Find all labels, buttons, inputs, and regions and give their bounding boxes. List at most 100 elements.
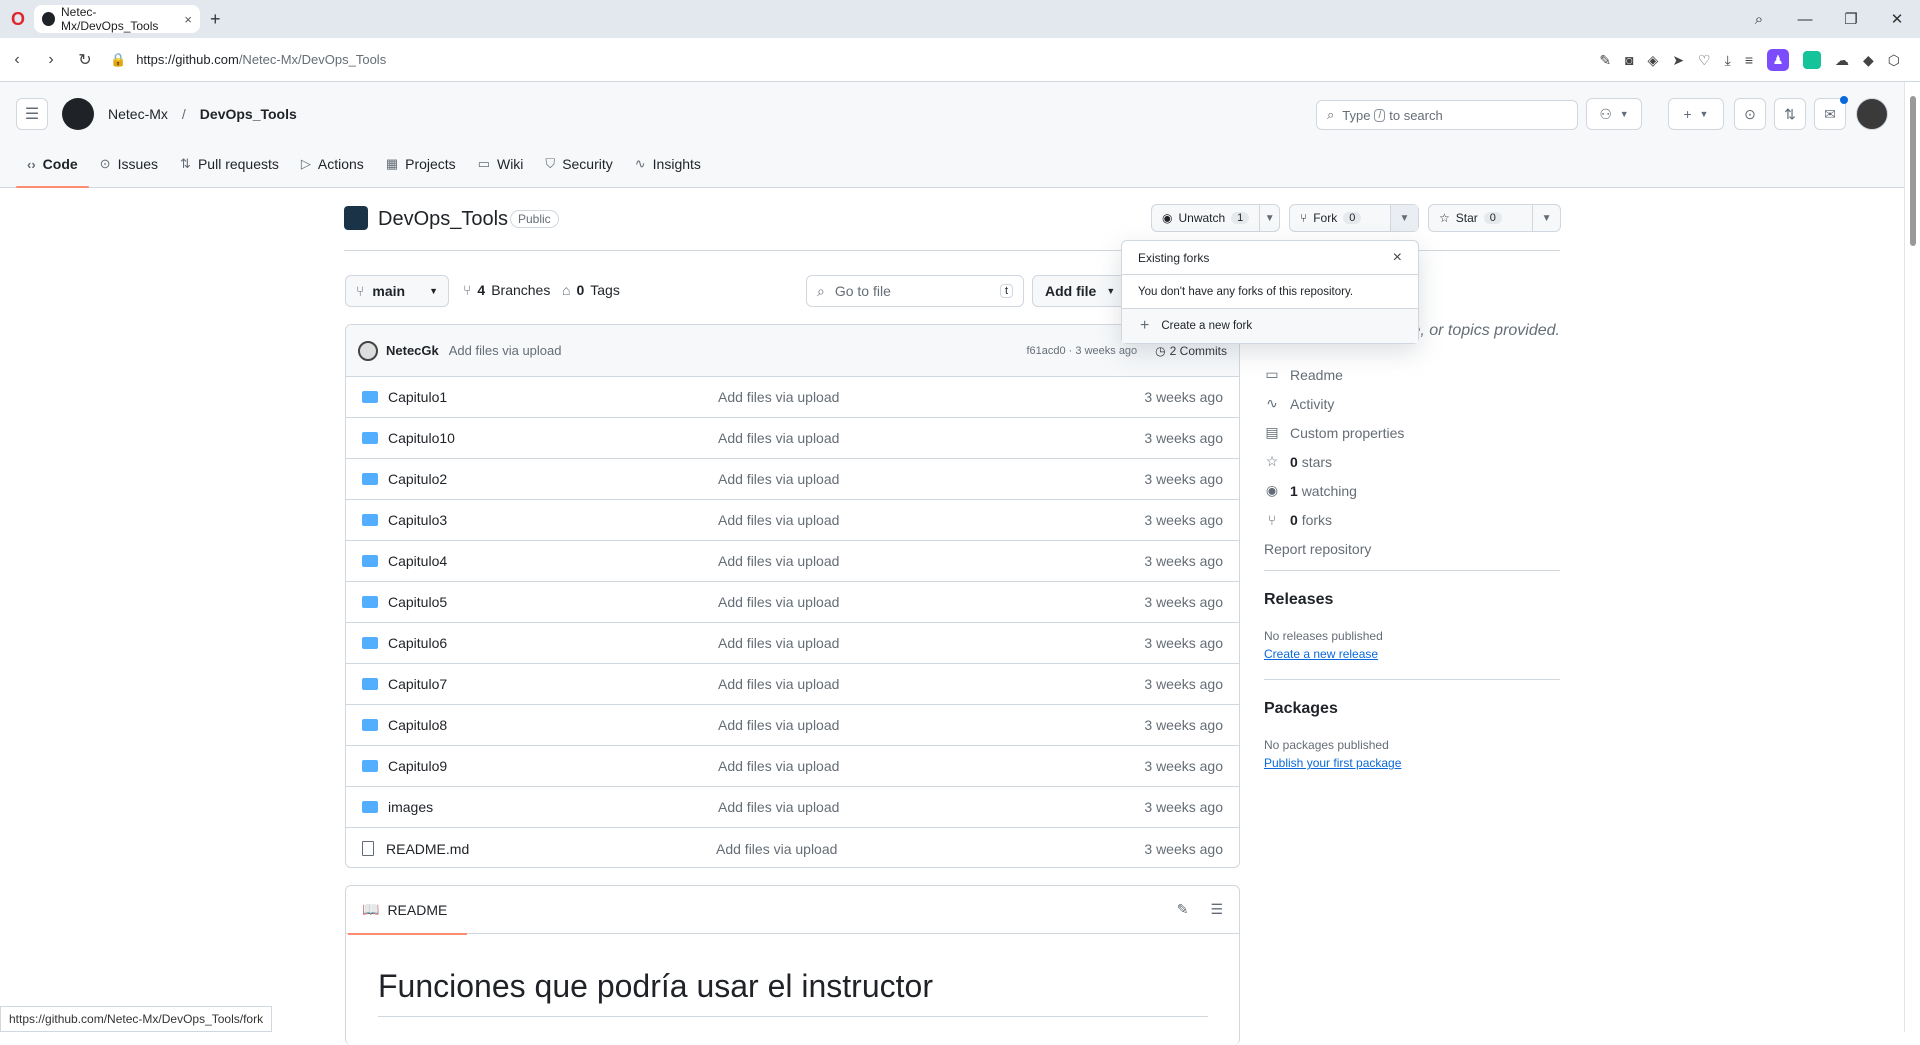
commit-author-avatar[interactable] [358,340,378,361]
unwatch-button[interactable]: ◉ Unwatch 1 ▼ [1151,204,1280,232]
search-tabs-icon[interactable]: ⌕ [1736,11,1782,28]
packages-heading[interactable]: Packages [1264,700,1338,718]
readme-link[interactable]: ▭ Readme [1264,360,1404,389]
commit-author[interactable]: NetecGk [386,343,439,358]
file-commit-message[interactable]: Add files via upload [718,471,1144,487]
file-commit-message[interactable]: Add files via upload [718,676,1144,692]
file-name-link[interactable]: Capitulo9 [388,758,718,774]
file-commit-message[interactable]: Add files via upload [718,758,1144,774]
file-name-link[interactable]: Capitulo2 [388,471,718,487]
commit-sha-age[interactable]: f61acd0 · 3 weeks ago [1026,345,1137,357]
file-commit-message[interactable]: Add files via upload [718,430,1144,446]
commit-message[interactable]: Add files via upload [449,343,562,358]
reload-icon[interactable]: ↻ [68,50,102,70]
back-icon[interactable]: ‹ [0,51,34,69]
chevron-down-icon[interactable]: ▼ [1259,205,1279,231]
releases-heading[interactable]: Releases [1264,591,1333,609]
cloud-icon[interactable]: ☁ [1835,52,1849,69]
close-window-icon[interactable]: ✕ [1874,10,1920,28]
chevron-down-icon[interactable]: ▼ [1390,205,1418,231]
edit-icon[interactable]: ✎ [1599,52,1611,69]
heart-icon[interactable]: ♡ [1698,52,1711,69]
profile-icon[interactable]: ♟ [1766,49,1789,71]
stars-link[interactable]: ☆ 0 stars [1264,447,1404,476]
file-name-link[interactable]: Capitulo10 [388,430,718,446]
file-commit-message[interactable]: Add files via upload [718,512,1144,528]
search-input[interactable]: ⌕ Type / to search [1316,100,1578,130]
file-name-link[interactable]: Capitulo4 [388,553,718,569]
download-icon[interactable]: ⤓ [1725,52,1731,69]
create-fork-button[interactable]: + Create a new fork [1122,309,1418,343]
branch-selector[interactable]: ⑂ main ▼ [345,275,449,307]
file-commit-message[interactable]: Add files via upload [718,553,1144,569]
go-to-file-input[interactable]: ⌕ Go to file t [806,275,1024,307]
file-commit-message[interactable]: Add files via upload [716,841,1144,857]
outline-icon[interactable]: ☰ [1210,901,1223,918]
add-file-button[interactable]: Add file ▼ [1032,275,1132,307]
hamburger-menu-icon[interactable]: ☰ [16,98,48,130]
extension-multi-icon[interactable]: ◆ [1863,52,1874,69]
file-commit-message[interactable]: Add files via upload [718,635,1144,651]
chevron-down-icon[interactable]: ▼ [1532,205,1560,231]
menu-icon[interactable]: ≡ [1745,52,1753,68]
shield-ext-icon[interactable]: ◈ [1648,52,1659,69]
file-name-link[interactable]: Capitulo7 [388,676,718,692]
browser-tab[interactable]: Netec-Mx/DevOps_Tools × [34,5,200,33]
activity-link[interactable]: ∿ Activity [1264,389,1404,418]
report-repository-link[interactable]: Report repository [1264,534,1404,563]
pull-requests-button[interactable]: ⇅ [1774,98,1806,130]
issues-button[interactable]: ⊙ [1734,98,1766,130]
tab-issues[interactable]: ⊙ Issues [89,140,169,188]
restore-icon[interactable]: ❐ [1828,10,1874,28]
github-logo-icon[interactable] [62,98,94,130]
file-name-link[interactable]: README.md [386,841,716,857]
scrollbar-thumb[interactable] [1910,96,1916,246]
new-tab-icon[interactable]: + [210,9,221,30]
file-commit-message[interactable]: Add files via upload [718,799,1144,815]
tab-insights[interactable]: ∿ Insights [624,140,712,188]
avatar[interactable] [1856,98,1888,130]
create-release-link[interactable]: Create a new release [1264,647,1378,661]
tags-link[interactable]: ⌂ 0 Tags [562,282,620,298]
copilot-button[interactable]: ⚇ ▼ [1586,98,1642,130]
file-commit-message[interactable]: Add files via upload [718,594,1144,610]
tab-code[interactable]: ‹› Code [16,140,89,188]
file-name-link[interactable]: Capitulo6 [388,635,718,651]
file-name-link[interactable]: Capitulo1 [388,389,718,405]
close-icon[interactable]: × [1393,249,1402,267]
fork-button[interactable]: ⑂ Fork 0 ▼ [1289,204,1419,232]
star-button[interactable]: ☆ Star 0 ▼ [1428,204,1561,232]
tab-security[interactable]: ⛉ Security [534,140,623,188]
owner-link[interactable]: Netec-Mx [108,106,168,122]
create-new-button[interactable]: + ▼ [1668,98,1724,130]
commits-link[interactable]: ◷ 2 Commits [1155,344,1227,358]
file-name-link[interactable]: Capitulo3 [388,512,718,528]
minimize-icon[interactable]: — [1782,11,1828,28]
camera-icon[interactable]: ◙ [1625,52,1633,68]
page-title[interactable]: DevOps_Tools [378,208,508,231]
file-commit-message[interactable]: Add files via upload [718,717,1144,733]
cube-icon[interactable]: ⬡ [1888,52,1900,69]
tab-actions[interactable]: ▷ Actions [290,140,375,188]
branches-link[interactable]: ⑂ 4 Branches [463,282,550,298]
send-icon[interactable]: ➤ [1672,52,1684,69]
forks-link[interactable]: ⑂ 0 forks [1264,505,1404,534]
repo-link[interactable]: DevOps_Tools [200,106,297,122]
opera-logo-icon[interactable]: O [8,9,28,29]
custom-properties-link[interactable]: ▤ Custom properties [1264,418,1404,447]
file-name-link[interactable]: images [388,799,718,815]
file-name-link[interactable]: Capitulo5 [388,594,718,610]
edit-readme-icon[interactable]: ✎ [1177,901,1189,918]
file-name-link[interactable]: Capitulo8 [388,717,718,733]
tab-pull-requests[interactable]: ⇅ Pull requests [169,140,290,188]
watching-link[interactable]: ◉ 1 watching [1264,476,1404,505]
extension-green-icon[interactable] [1802,51,1821,69]
readme-tab[interactable]: 📖 README [347,886,468,935]
close-tab-icon[interactable]: × [184,12,192,27]
tab-wiki[interactable]: ▭ Wiki [467,140,535,188]
url-field[interactable]: 🔒 https://github.com/Netec-Mx/DevOps_Too… [110,52,386,68]
file-commit-message[interactable]: Add files via upload [718,389,1144,405]
forward-icon[interactable]: › [34,51,68,69]
publish-package-link[interactable]: Publish your first package [1264,756,1401,770]
tab-projects[interactable]: ▦ Projects [375,140,467,188]
